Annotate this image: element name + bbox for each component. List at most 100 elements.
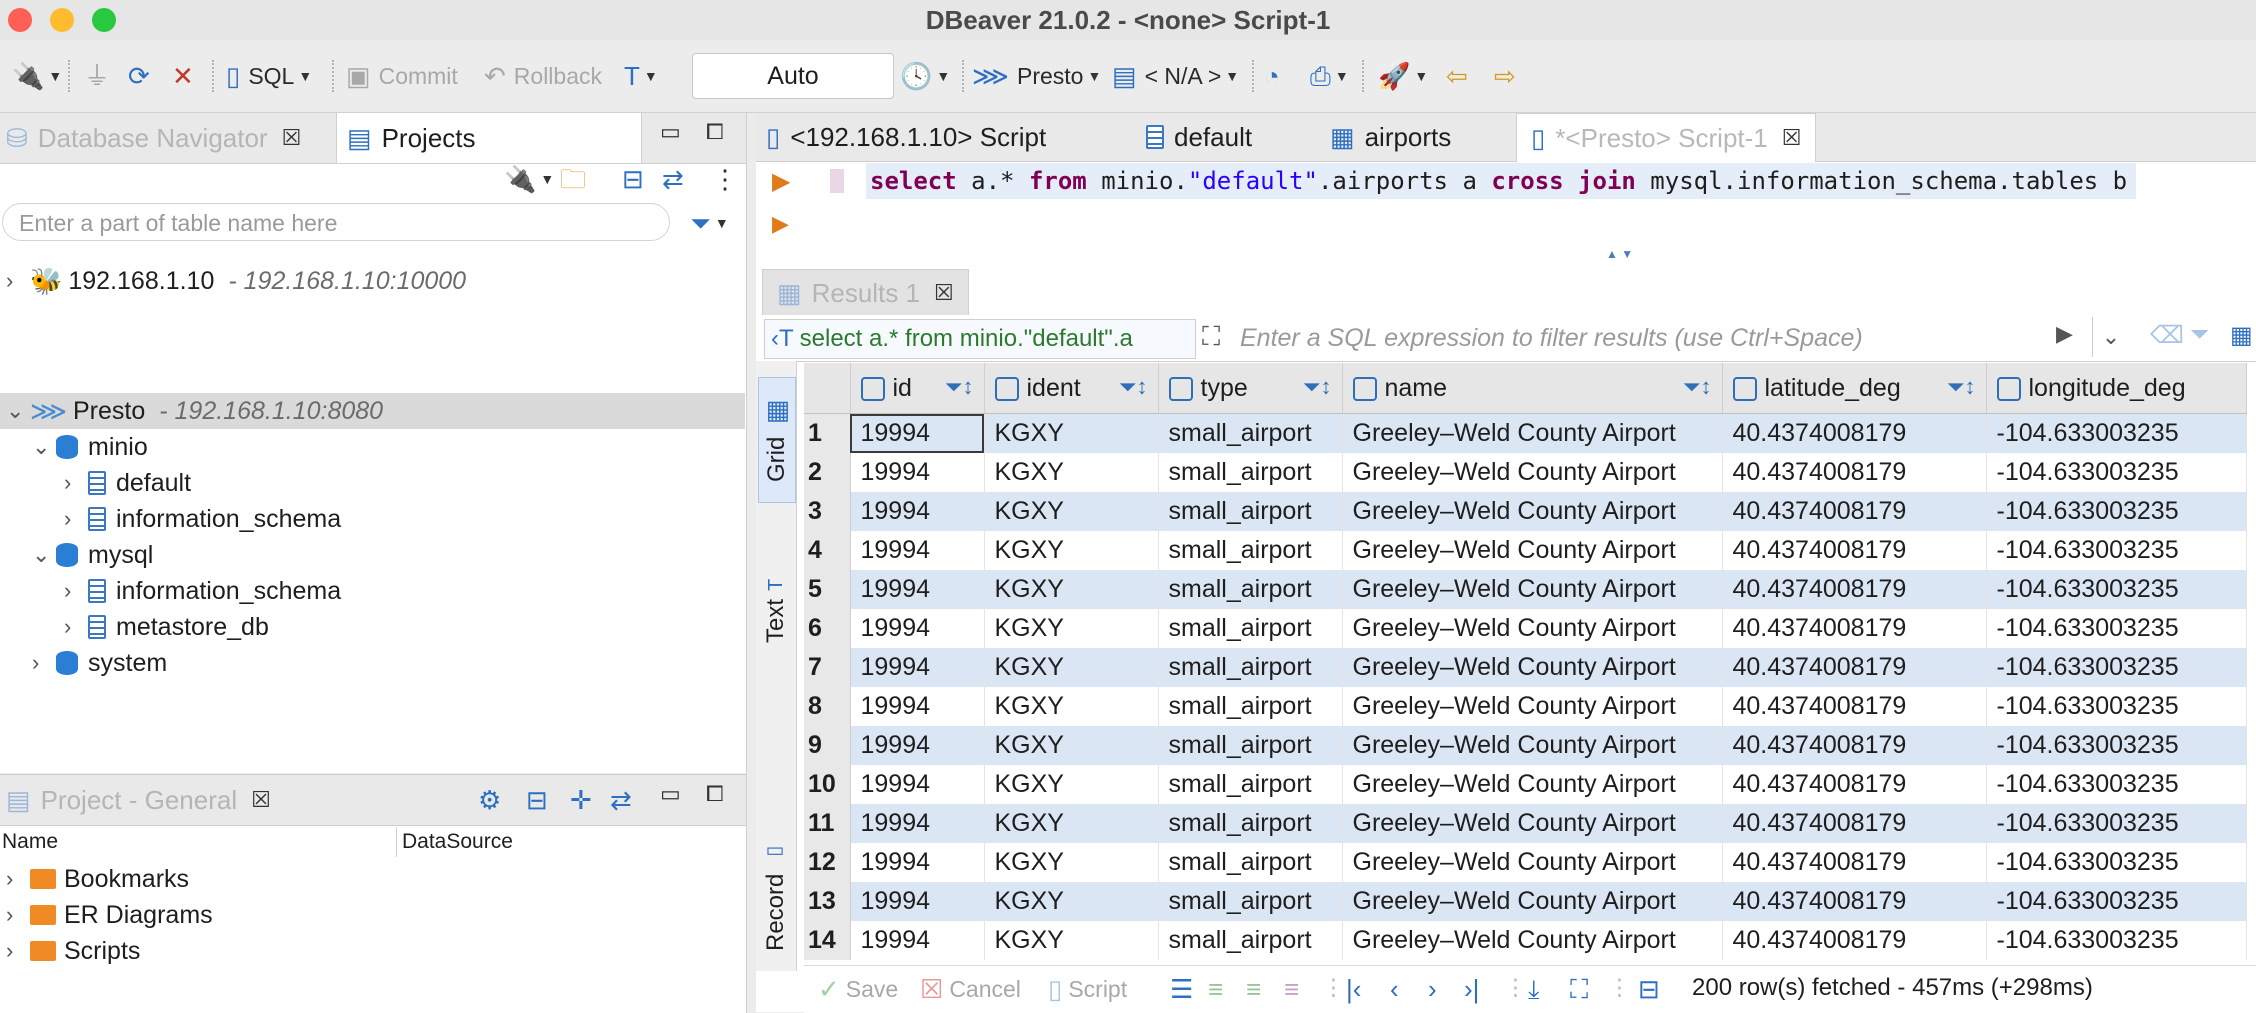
- edit-row-button[interactable]: ☰: [1170, 974, 1193, 1004]
- table-cell[interactable]: -104.633003235: [1986, 843, 2247, 882]
- column-header-latitude-deg[interactable]: latitude_deg ⏷↕: [1722, 363, 1987, 414]
- tree-node-minio[interactable]: ⌄ minio: [32, 429, 148, 465]
- row-number-cell[interactable]: 6: [804, 609, 851, 648]
- cancel-button[interactable]: ☒ Cancel: [920, 974, 1021, 1004]
- next-page-button[interactable]: ›: [1428, 974, 1437, 1004]
- table-cell[interactable]: -104.633003235: [1986, 609, 2247, 648]
- launch-button[interactable]: 🚀 ▼: [1378, 58, 1428, 94]
- expand-filter-icon[interactable]: ⛶: [1202, 321, 1220, 353]
- connect-button[interactable]: ⏚: [84, 58, 110, 94]
- table-cell[interactable]: 40.4374008179: [1722, 726, 1987, 765]
- transaction-mode-button[interactable]: T ▼: [624, 58, 658, 94]
- tree-node-default[interactable]: › default: [64, 465, 191, 501]
- table-cell[interactable]: Greeley–Weld County Airport: [1342, 843, 1723, 882]
- table-cell[interactable]: -104.633003235: [1986, 453, 2247, 492]
- row-number-cell[interactable]: 8: [804, 687, 851, 726]
- table-cell[interactable]: small_airport: [1158, 531, 1343, 570]
- row-number-cell[interactable]: 1: [804, 413, 851, 453]
- rollback-button[interactable]: ↶ Rollback: [484, 58, 602, 94]
- table-cell[interactable]: 40.4374008179: [1722, 648, 1987, 687]
- table-row[interactable]: 9 19994 KGXY small_airport Greeley–Weld Coun…: [804, 726, 2247, 765]
- query-text-box[interactable]: ‹T select a.* from minio."default".a: [764, 319, 1196, 359]
- table-cell[interactable]: KGXY: [984, 413, 1159, 453]
- table-cell[interactable]: KGXY: [984, 648, 1159, 687]
- history-button[interactable]: 🕓 ▼: [900, 58, 950, 94]
- sort-filter-icon[interactable]: ⏷↕: [1303, 374, 1332, 400]
- table-cell[interactable]: -104.633003235: [1986, 413, 2247, 453]
- table-cell[interactable]: 19994: [850, 843, 985, 882]
- table-row[interactable]: 14 19994 KGXY small_airport Greeley–Weld Cou…: [804, 921, 2247, 960]
- table-cell[interactable]: Greeley–Weld County Airport: [1342, 765, 1723, 804]
- tab-default[interactable]: default: [1146, 113, 1252, 161]
- first-page-button[interactable]: |‹: [1346, 974, 1361, 1004]
- table-cell[interactable]: -104.633003235: [1986, 804, 2247, 843]
- table-row[interactable]: 1 19994 KGXY small_airport Greeley–Weld Coun…: [804, 413, 2247, 453]
- save-button[interactable]: ✓ Save: [818, 974, 898, 1004]
- column-header-type[interactable]: type ⏷↕: [1158, 363, 1343, 414]
- table-cell[interactable]: KGXY: [984, 687, 1159, 726]
- row-number-cell[interactable]: 7: [804, 648, 851, 687]
- disconnect-button[interactable]: ✕: [172, 58, 194, 94]
- table-cell[interactable]: -104.633003235: [1986, 921, 2247, 960]
- tab-airports[interactable]: ▦ airports: [1330, 113, 1451, 161]
- sql-editor-line[interactable]: select a.* from minio."default".airports…: [870, 163, 2127, 199]
- commit-button[interactable]: ▣ Commit: [346, 58, 458, 94]
- table-row[interactable]: 12 19994 KGXY small_airport Greeley–Weld Cou…: [804, 843, 2247, 882]
- table-cell[interactable]: Greeley–Weld County Airport: [1342, 492, 1723, 531]
- close-icon[interactable]: ☒: [282, 125, 302, 151]
- tab-presto-script-1[interactable]: ▯ *<Presto> Script-1 ☒: [1516, 113, 1817, 162]
- table-cell[interactable]: 19994: [850, 570, 985, 609]
- collapse-all-button[interactable]: ⊟: [622, 161, 644, 197]
- fetch-next-button[interactable]: ⤓: [1528, 974, 1540, 1004]
- table-cell[interactable]: Greeley–Weld County Airport: [1342, 570, 1723, 609]
- project-item-er-diagrams[interactable]: › ER Diagrams: [6, 897, 213, 933]
- table-cell[interactable]: KGXY: [984, 765, 1159, 804]
- table-cell[interactable]: 40.4374008179: [1722, 921, 1987, 960]
- table-cell[interactable]: 40.4374008179: [1722, 882, 1987, 921]
- table-row[interactable]: 5 19994 KGXY small_airport Greeley–Weld Coun…: [804, 570, 2247, 609]
- sql-editor-button[interactable]: ▯ SQL ▼: [226, 58, 312, 94]
- new-connection-small-button[interactable]: 🔌 ▼: [504, 161, 554, 197]
- datasource-selector[interactable]: ⋙ Presto ▼: [972, 58, 1101, 94]
- table-cell[interactable]: 40.4374008179: [1722, 843, 1987, 882]
- export-button[interactable]: ⎙ ▼: [1310, 58, 1349, 94]
- table-row[interactable]: 7 19994 KGXY small_airport Greeley–Weld Coun…: [804, 648, 2247, 687]
- table-cell[interactable]: 19994: [850, 609, 985, 648]
- close-icon[interactable]: ☒: [1782, 125, 1802, 151]
- table-cell[interactable]: 19994: [850, 921, 985, 960]
- table-cell[interactable]: 19994: [850, 453, 985, 492]
- grid-settings-icon[interactable]: ▦: [2230, 321, 2253, 350]
- view-menu-button[interactable]: ⋮: [712, 161, 738, 197]
- table-cell[interactable]: 19994: [850, 726, 985, 765]
- close-icon[interactable]: ☒: [934, 280, 954, 306]
- expand-button[interactable]: ✛: [570, 782, 592, 818]
- forward-button[interactable]: ⇨: [1494, 58, 1516, 94]
- new-folder-button[interactable]: 🗀: [560, 161, 586, 197]
- table-cell[interactable]: Greeley–Weld County Airport: [1342, 804, 1723, 843]
- tree-node-presto[interactable]: ⌄ ⋙ Presto - 192.168.1.10:8080: [6, 393, 383, 429]
- row-number-cell[interactable]: 13: [804, 882, 851, 921]
- table-cell[interactable]: Greeley–Weld County Airport: [1342, 921, 1723, 960]
- table-cell[interactable]: Greeley–Weld County Airport: [1342, 726, 1723, 765]
- text-view-tab[interactable]: Text T: [758, 551, 794, 671]
- table-cell[interactable]: small_airport: [1158, 648, 1343, 687]
- table-filter-input[interactable]: Enter a part of table name here: [2, 203, 670, 241]
- table-cell[interactable]: small_airport: [1158, 843, 1343, 882]
- tree-node-mysql[interactable]: ⌄ mysql: [32, 537, 153, 573]
- table-cell[interactable]: small_airport: [1158, 804, 1343, 843]
- table-row[interactable]: 6 19994 KGXY small_airport Greeley–Weld Coun…: [804, 609, 2247, 648]
- tree-node-metastore-db[interactable]: › metastore_db: [64, 609, 269, 645]
- transaction-mode-field[interactable]: Auto: [692, 53, 894, 99]
- row-number-cell[interactable]: 2: [804, 453, 851, 492]
- filter-icon[interactable]: ⏷: [2190, 321, 2209, 349]
- table-cell[interactable]: 40.4374008179: [1722, 570, 1987, 609]
- apply-filter-button[interactable]: ▶: [2056, 321, 2073, 347]
- column-name-header[interactable]: Name: [2, 830, 58, 854]
- table-cell[interactable]: KGXY: [984, 726, 1159, 765]
- table-cell[interactable]: 19994: [850, 413, 985, 453]
- table-cell[interactable]: 40.4374008179: [1722, 531, 1987, 570]
- table-row[interactable]: 11 19994 KGXY small_airport Greeley–Weld Cou…: [804, 804, 2247, 843]
- tab-database-navigator[interactable]: ⛁ Database Navigator ☒: [6, 113, 301, 163]
- tree-node-system[interactable]: › system: [32, 645, 167, 681]
- table-cell[interactable]: 19994: [850, 882, 985, 921]
